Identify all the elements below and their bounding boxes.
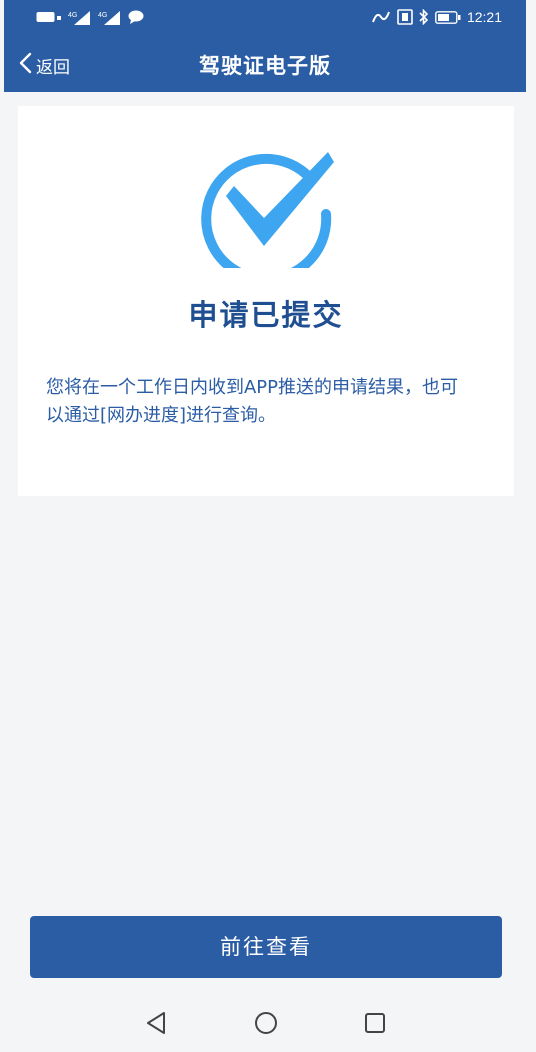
sim-card-icon <box>36 10 62 24</box>
page-title: 驾驶证电子版 <box>199 54 331 78</box>
status-left-icons: 4G 4G <box>36 9 144 25</box>
message-icon <box>128 10 144 24</box>
nav-back-icon[interactable] <box>142 1008 172 1038</box>
status-right-icons: 12:21 <box>371 9 502 25</box>
result-description: 您将在一个工作日内收到APP推送的申请结果，也可以通过[网办进度]进行查询。 <box>46 377 459 426</box>
result-title: 申请已提交 <box>188 298 344 332</box>
signal-icon: 4G <box>68 9 92 25</box>
nfc-icon <box>371 10 391 24</box>
view-button[interactable]: 前往查看 <box>30 916 502 978</box>
vibrate-icon <box>397 9 413 25</box>
bluetooth-icon <box>419 9 429 25</box>
app-header: 4G 4G 12:21 返回 驾驶证电子版 <box>4 0 526 92</box>
status-bar: 4G 4G 12:21 <box>4 0 526 38</box>
nav-home-icon[interactable] <box>251 1008 281 1038</box>
check-circle-icon <box>198 138 348 284</box>
result-card: 申请已提交 您将在一个工作日内收到APP推送的申请结果，也可以通过[网办进度]进… <box>18 106 514 496</box>
svg-text:4G: 4G <box>98 12 107 19</box>
nav-recent-apps-icon[interactable] <box>360 1008 390 1038</box>
system-nav-bar <box>0 996 536 1052</box>
svg-text:4G: 4G <box>68 12 77 19</box>
signal-icon: 4G <box>98 9 122 25</box>
status-time: 12:21 <box>466 9 502 25</box>
battery-icon <box>435 10 461 24</box>
screen: 4G 4G 12:21 返回 驾驶证电子版 申请已提交 您将在一个工作日内收到A… <box>0 0 536 1052</box>
nav-bar: 返回 驾驶证电子版 <box>4 38 526 92</box>
